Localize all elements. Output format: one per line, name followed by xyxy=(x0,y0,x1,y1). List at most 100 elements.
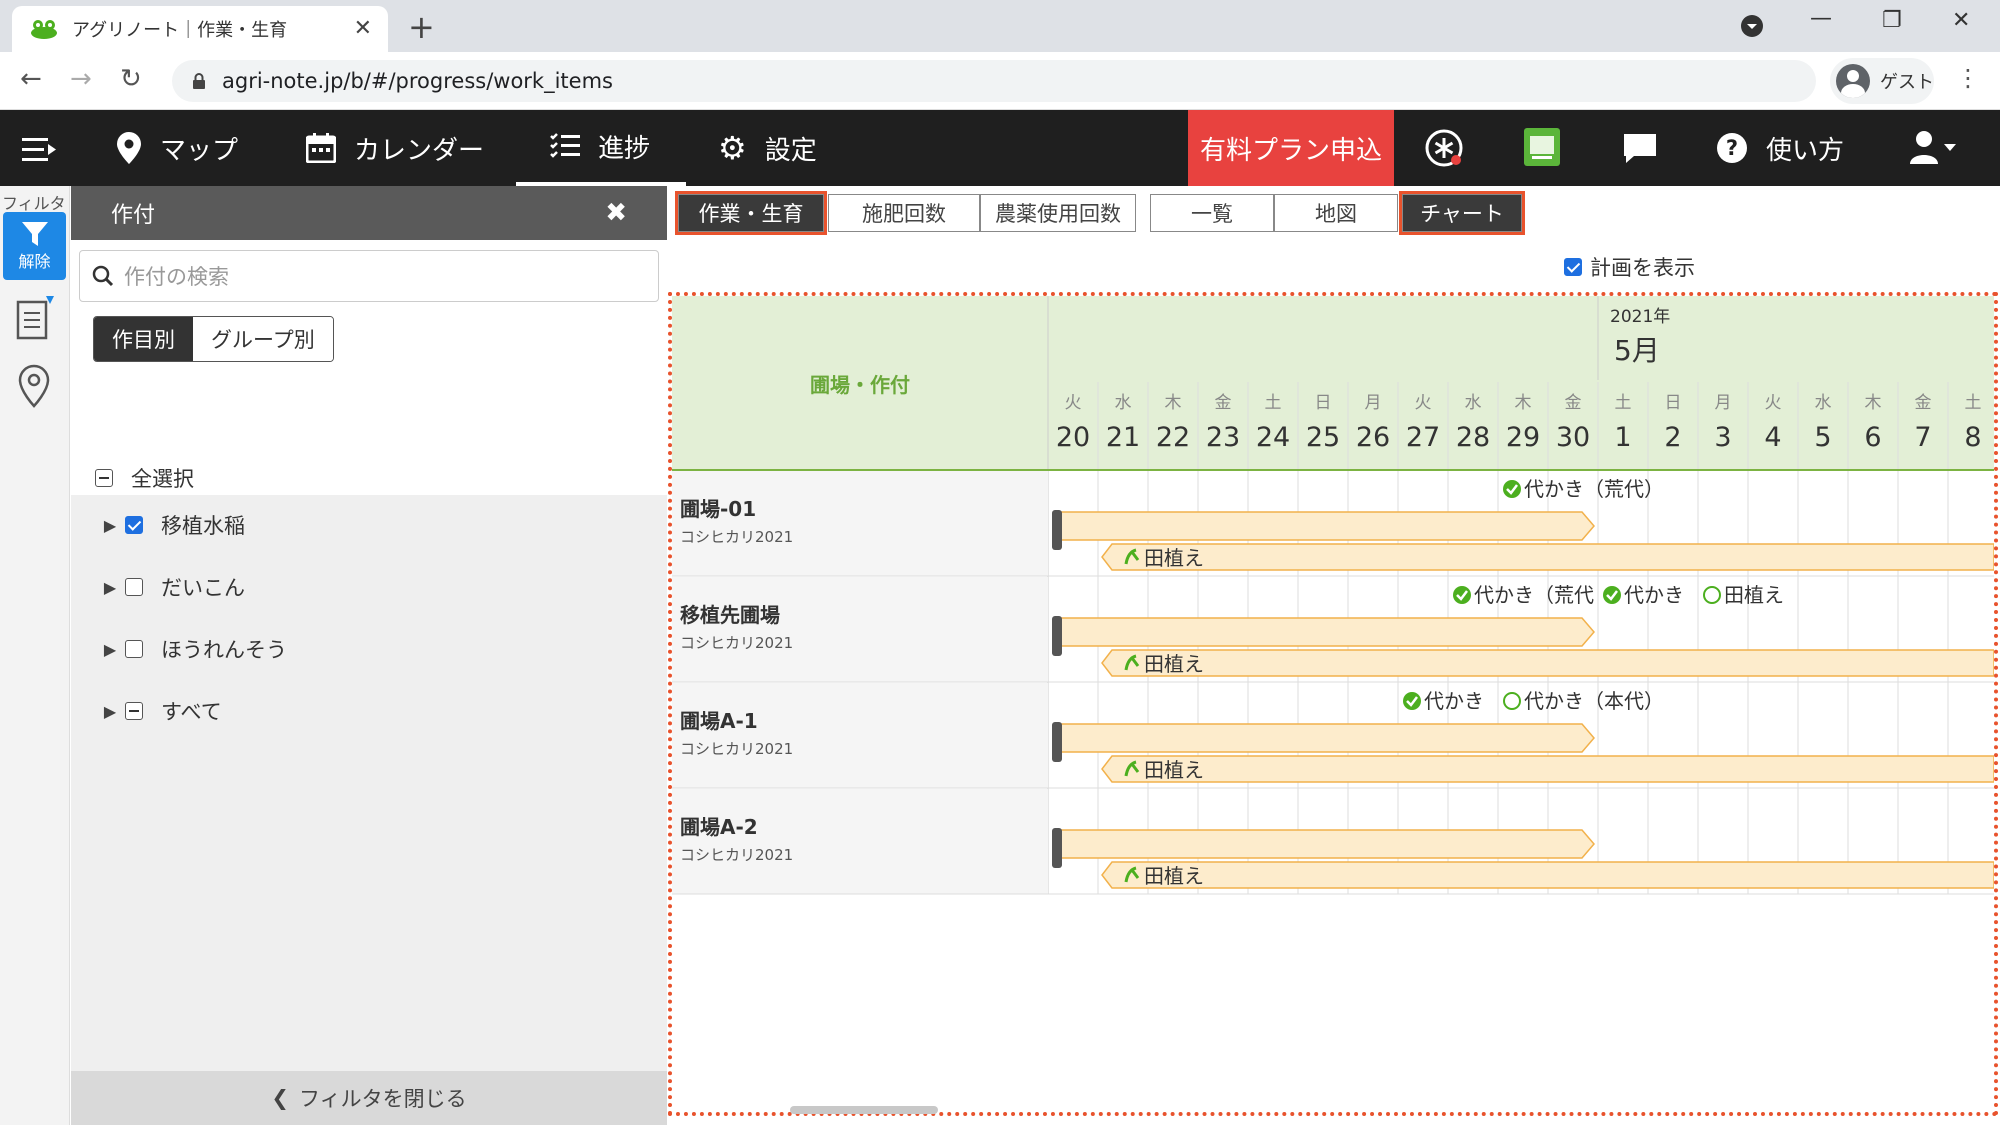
svg-text:?: ? xyxy=(1726,136,1738,160)
field-name[interactable]: 圃場A-1 xyxy=(680,709,758,733)
chat-icon[interactable] xyxy=(1622,132,1658,164)
weekday-label: 水 xyxy=(1815,393,1832,413)
back-icon[interactable]: ← xyxy=(20,64,42,94)
tab-close-icon[interactable]: ✕ xyxy=(354,16,372,41)
sidebar-close-icon[interactable]: ✖ xyxy=(605,198,627,228)
tab-pesticide-count[interactable]: 農薬使用回数 xyxy=(980,194,1136,232)
crop-item[interactable]: ▶ 移植水稲 xyxy=(71,494,667,556)
asterisk-badge-icon[interactable] xyxy=(1424,128,1464,168)
crop-checkbox[interactable] xyxy=(125,578,143,596)
checklist-icon xyxy=(550,133,580,158)
by-crop-button[interactable]: 作目別 xyxy=(94,317,193,361)
transplant-bar[interactable] xyxy=(1101,649,1994,677)
filter-funnel-icon xyxy=(21,222,48,246)
crop-item[interactable]: ▶ だいこん xyxy=(71,556,667,618)
filter-release-button[interactable]: 解除 xyxy=(3,212,66,280)
user-menu-icon[interactable] xyxy=(1908,130,1960,166)
planned-season-bar[interactable] xyxy=(1053,511,1595,541)
minimize-icon[interactable]: — xyxy=(1810,6,1832,31)
crop-search-input[interactable]: 作付の検索 xyxy=(79,250,659,302)
day-number-label: 2 xyxy=(1664,422,1681,453)
field-name[interactable]: 圃場A-2 xyxy=(680,815,758,839)
planned-season-bar[interactable] xyxy=(1053,723,1595,753)
transplant-bar[interactable] xyxy=(1101,755,1994,783)
menu-toggle-icon[interactable] xyxy=(22,138,56,162)
work-event-label[interactable]: 代かき（荒代 xyxy=(1474,583,1594,607)
by-group-button[interactable]: グループ別 xyxy=(193,317,333,361)
paid-plan-button[interactable]: 有料プラン申込 xyxy=(1188,110,1394,186)
expand-arrow-icon[interactable]: ▶ xyxy=(95,578,125,597)
planned-season-bar[interactable] xyxy=(1053,617,1595,647)
transplant-bar[interactable] xyxy=(1101,543,1994,571)
crop-item-label: ほうれんそう xyxy=(161,638,287,662)
select-all-checkbox[interactable] xyxy=(95,469,113,487)
calendar-icon xyxy=(306,133,336,163)
new-tab-icon[interactable]: + xyxy=(408,8,435,46)
field-label-cell xyxy=(672,471,1048,576)
crop-checkbox[interactable] xyxy=(125,702,143,720)
work-event-label[interactable]: 代かき xyxy=(1424,689,1484,713)
bar-drag-handle[interactable] xyxy=(1052,616,1062,656)
gantt-chart-svg: 圃場・作付2021年5月火20水21木22金23土24日25月26火27水28木… xyxy=(672,296,1994,895)
work-event-label[interactable]: 代かき（荒代） xyxy=(1524,477,1664,501)
location-pin-icon[interactable] xyxy=(16,364,52,408)
browser-tab[interactable]: アグリノート｜作業・生育 ✕ xyxy=(12,6,388,52)
weekday-label: 土 xyxy=(1965,393,1982,413)
work-event-label[interactable]: 代かき（本代） xyxy=(1524,689,1664,713)
tab-work-growth[interactable]: 作業・生育 xyxy=(675,191,827,235)
farm-book-icon[interactable] xyxy=(1522,126,1562,168)
crop-item[interactable]: ▶ すべて xyxy=(71,680,667,742)
day-number-label: 3 xyxy=(1714,422,1731,453)
crop-checkbox[interactable] xyxy=(125,516,143,534)
bar-drag-handle[interactable] xyxy=(1052,510,1062,550)
field-name[interactable]: 圃場-01 xyxy=(680,497,756,521)
weekday-label: 月 xyxy=(1715,393,1732,413)
close-filter-button[interactable]: ❮ フィルタを閉じる xyxy=(71,1071,667,1125)
field-name[interactable]: 移植先圃場 xyxy=(680,603,780,627)
crop-name: コシヒカリ2021 xyxy=(680,528,793,546)
bar-drag-handle[interactable] xyxy=(1052,828,1062,868)
tab-list[interactable]: 一覧 xyxy=(1150,194,1274,232)
show-plan-checkbox[interactable] xyxy=(1564,258,1582,276)
nav-calendar[interactable]: カレンダー xyxy=(306,110,484,186)
completed-check-icon xyxy=(1503,480,1521,498)
crop-name: コシヒカリ2021 xyxy=(680,846,793,864)
show-plan-label: 計画を表示 xyxy=(1590,256,1695,280)
work-event-label[interactable]: 田植え xyxy=(1724,583,1784,607)
crop-checkbox[interactable] xyxy=(125,640,143,658)
guest-profile-button[interactable]: ゲスト xyxy=(1830,58,1934,104)
crop-item[interactable]: ▶ ほうれんそう xyxy=(71,618,667,680)
nav-map[interactable]: マップ xyxy=(116,110,238,186)
profile-dropdown-icon[interactable] xyxy=(1740,14,1764,38)
expand-arrow-icon[interactable]: ▶ xyxy=(95,702,125,721)
expand-arrow-icon[interactable]: ▶ xyxy=(95,640,125,659)
window-close-icon[interactable]: ✕ xyxy=(1952,8,1970,33)
day-number-label: 4 xyxy=(1764,422,1781,453)
day-number-label: 24 xyxy=(1256,422,1290,453)
sidebar-title: 作付 xyxy=(111,203,156,228)
tab-fertilizer-count[interactable]: 施肥回数 xyxy=(828,194,980,232)
restore-icon[interactable]: ❐ xyxy=(1882,8,1902,33)
nav-help[interactable]: ? 使い方 xyxy=(1716,110,1844,186)
horizontal-scrollbar[interactable] xyxy=(790,1106,938,1114)
nav-progress-label: 進捗 xyxy=(598,133,651,164)
work-event-label[interactable]: 代かき xyxy=(1624,583,1684,607)
planned-season-bar[interactable] xyxy=(1053,829,1595,859)
month-label: 5月 xyxy=(1614,334,1660,367)
tab-map[interactable]: 地図 xyxy=(1274,194,1398,232)
show-plan-toggle[interactable]: 計画を表示 xyxy=(1564,252,1695,282)
nav-settings[interactable]: ⚙ 設定 xyxy=(718,110,817,186)
reload-icon[interactable]: ↻ xyxy=(120,64,142,94)
expand-arrow-icon[interactable]: ▶ xyxy=(95,516,125,535)
document-icon[interactable] xyxy=(16,296,56,340)
bar-drag-handle[interactable] xyxy=(1052,722,1062,762)
transplant-bar[interactable] xyxy=(1101,861,1994,889)
browser-menu-icon[interactable]: ⋮ xyxy=(1956,64,1980,92)
address-bar[interactable]: agri-note.jp/b/#/progress/work_items xyxy=(172,60,1816,102)
url-text: agri-note.jp/b/#/progress/work_items xyxy=(222,69,613,93)
nav-progress[interactable]: 進捗 xyxy=(516,110,686,186)
forward-icon[interactable]: → xyxy=(70,64,92,94)
close-filter-label: フィルタを閉じる xyxy=(299,1087,467,1111)
tab-chart[interactable]: チャート xyxy=(1399,191,1525,235)
select-all-row[interactable]: 全選択 xyxy=(71,458,667,498)
